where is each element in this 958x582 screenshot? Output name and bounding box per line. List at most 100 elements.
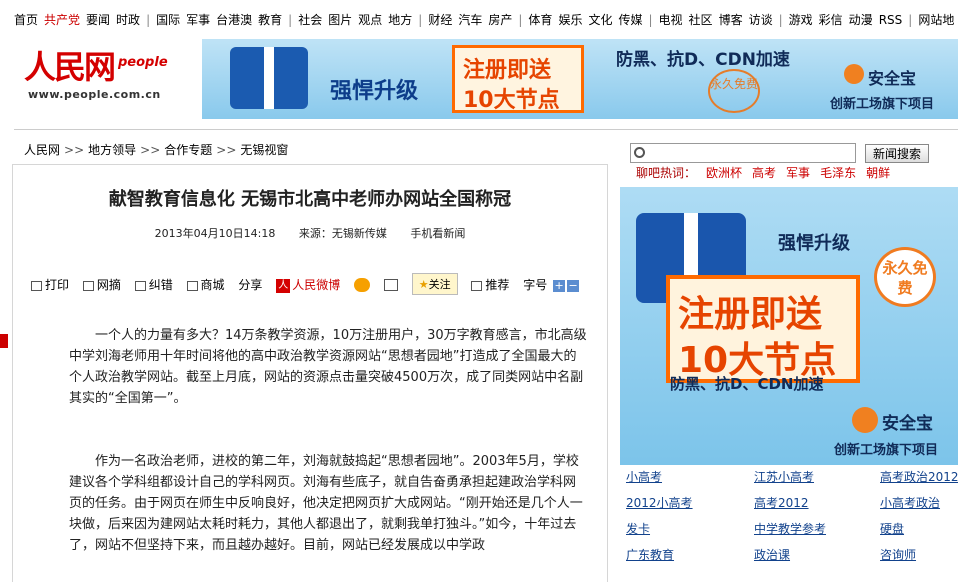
article-date: 2013年04月10日14:18 xyxy=(154,227,276,240)
side-banner-ad[interactable]: 强悍升级 永久免费 注册即送 10大节点 防黑、抗D、CDN加速 安全宝 创新工… xyxy=(620,187,958,465)
cart-icon xyxy=(186,280,198,291)
hot-keywords: 聊吧热词： 欧洲杯 高考 军事 毛泽东 朝鲜 xyxy=(636,164,900,181)
breadcrumb-link[interactable]: 地方领导 xyxy=(88,143,136,157)
news-search-button[interactable]: 新闻搜索 xyxy=(865,144,929,163)
left-share-strip[interactable] xyxy=(0,334,8,430)
wangzhai-button[interactable]: 网摘 xyxy=(82,276,121,293)
recommend-button[interactable]: 推荐 xyxy=(471,276,509,293)
nav-link[interactable]: 要闻 xyxy=(86,11,110,28)
share-more-icon[interactable] xyxy=(383,278,398,291)
nav-separator: | xyxy=(518,13,523,27)
side-ad-free-stamp: 永久免费 xyxy=(874,247,936,307)
hot-keyword-link[interactable]: 高考 xyxy=(752,166,776,180)
mobile-news-link[interactable]: 手机看新闻 xyxy=(410,227,465,240)
side-link[interactable]: 咨询师 xyxy=(880,546,916,563)
nav-link[interactable]: 访谈 xyxy=(749,11,773,28)
side-link[interactable]: 江苏小高考 xyxy=(754,468,814,485)
hot-keyword-link[interactable]: 毛泽东 xyxy=(820,166,856,180)
follow-button[interactable]: ★关注 xyxy=(411,273,458,295)
nav-link[interactable]: 娱乐 xyxy=(558,11,582,28)
hot-keyword-link[interactable]: 欧洲杯 xyxy=(706,166,742,180)
side-link[interactable]: 小高考 xyxy=(626,468,662,485)
brand-logo-icon xyxy=(852,407,878,433)
nav-link[interactable]: 文化 xyxy=(588,11,612,28)
mall-button[interactable]: 商城 xyxy=(186,276,225,293)
nav-link[interactable]: 财经 xyxy=(428,11,452,28)
article-title: 献智教育信息化 无锡市北高中老师办网站全国称冠 xyxy=(108,189,512,210)
nav-separator: | xyxy=(418,13,423,27)
hot-keyword-link[interactable]: 朝鲜 xyxy=(866,166,890,180)
search-icon xyxy=(634,147,645,158)
nav-link[interactable]: 博客 xyxy=(719,11,743,28)
side-link[interactable]: 政治课 xyxy=(754,546,790,563)
nav-link[interactable]: 动漫 xyxy=(849,11,873,28)
side-link[interactable]: 高考2012 xyxy=(754,494,809,511)
breadcrumb-link[interactable]: 合作专题 xyxy=(164,143,212,157)
nav-link[interactable]: 首页 xyxy=(14,11,38,28)
nav-link[interactable]: 网站地 xyxy=(918,11,954,28)
side-ad-features: 防黑、抗D、CDN加速 xyxy=(670,375,824,393)
bookmark-icon xyxy=(82,280,94,291)
banner-slogan: 强悍升级 xyxy=(330,79,419,104)
nav-link[interactable]: 时政 xyxy=(116,11,140,28)
banner-offer-box: 注册即送 10大节点 xyxy=(452,45,584,113)
print-button[interactable]: 打印 xyxy=(31,276,69,293)
nav-link[interactable]: 国际 xyxy=(156,11,180,28)
nav-link[interactable]: 房产 xyxy=(488,11,512,28)
logo-mark: 人民网 xyxy=(24,48,116,86)
side-link[interactable]: 硬盘 xyxy=(880,520,904,537)
share-label: 分享 xyxy=(238,278,263,292)
banner-offer-line2: 10大节点 xyxy=(463,88,560,113)
side-link[interactable]: 高考政治2012 xyxy=(880,468,958,485)
top-nav-row: 首页 共产党 要闻 时政 | 国际 军事 台港澳 教育 | 社会 图片 观点 地方 | 财经 汽车 房产 | 体育 娱乐… xyxy=(14,11,958,28)
nav-link[interactable]: 台港澳 xyxy=(216,11,252,28)
side-link[interactable]: 广东教育 xyxy=(626,546,674,563)
breadcrumb-link[interactable]: 人民网 xyxy=(24,143,60,157)
side-link[interactable]: 中学教学参考 xyxy=(754,520,826,537)
breadcrumb-separator: >> xyxy=(64,143,85,157)
search-input[interactable] xyxy=(649,145,853,161)
nav-link[interactable]: 体育 xyxy=(528,11,552,28)
font-size-label: 字号 + − xyxy=(523,278,580,292)
site-logo[interactable]: 人民网 people www.people.com.cn xyxy=(24,42,189,102)
side-link[interactable]: 发卡 xyxy=(626,520,650,537)
logo-word: people xyxy=(118,55,168,70)
nav-link[interactable]: 汽车 xyxy=(458,11,482,28)
article-toolbar: 打印 网摘 纠错 商城 分享 人人民微博 ★关注 推荐 字号 + − xyxy=(31,273,589,295)
nav-link[interactable]: 社会 xyxy=(298,11,322,28)
nav-link[interactable]: 电视 xyxy=(659,11,683,28)
weibo-share-button[interactable]: 人人民微博 xyxy=(276,276,340,293)
sina-weibo-icon[interactable] xyxy=(354,277,371,292)
hot-keyword-link[interactable]: 军事 xyxy=(786,166,810,180)
side-ad-offer-line1: 注册即送 xyxy=(678,294,823,335)
banner-brand: 安全宝 xyxy=(868,69,917,88)
breadcrumb: 人民网 >> 地方领导 >> 合作专题 >> 无锡视窗 xyxy=(24,141,288,158)
nav-link[interactable]: 游戏 xyxy=(789,11,813,28)
nav-link[interactable]: 图片 xyxy=(328,11,352,28)
nav-link[interactable]: 传媒 xyxy=(618,11,642,28)
nav-separator: | xyxy=(908,13,913,27)
breadcrumb-link[interactable]: 无锡视窗 xyxy=(240,143,288,157)
nav-link[interactable]: 地方 xyxy=(388,11,412,28)
side-link[interactable]: 2012小高考 xyxy=(626,494,693,511)
font-increase-button[interactable]: + xyxy=(553,279,566,292)
article-meta: 2013年04月10日14:18 来源：无锡新传媒 手机看新闻 xyxy=(13,225,607,241)
nav-link[interactable]: RSS xyxy=(879,13,903,27)
nav-link[interactable]: 观点 xyxy=(358,11,382,28)
nav-separator: | xyxy=(648,13,653,27)
share-strip-tab[interactable] xyxy=(0,334,8,348)
side-link[interactable]: 小高考政治 xyxy=(880,494,940,511)
article-box: 献智教育信息化 无锡市北高中老师办网站全国称冠 2013年04月10日14:18… xyxy=(12,164,608,582)
side-ad-brand: 安全宝 xyxy=(882,414,933,434)
top-banner-ad[interactable]: 强悍升级 注册即送 10大节点 防黑、抗D、CDN加速 永久免费 安全宝 创新工… xyxy=(202,39,958,119)
correction-button[interactable]: 纠错 xyxy=(134,276,173,293)
nav-link[interactable]: 彩信 xyxy=(819,11,843,28)
nav-link[interactable]: 军事 xyxy=(186,11,210,28)
font-decrease-button[interactable]: − xyxy=(567,279,580,292)
nav-link[interactable]: 社区 xyxy=(689,11,713,28)
breadcrumb-separator: >> xyxy=(140,143,161,157)
breadcrumb-separator: >> xyxy=(216,143,237,157)
nav-link[interactable]: 共产党 xyxy=(44,11,80,28)
nav-link[interactable]: 教育 xyxy=(258,11,282,28)
star-icon: ★ xyxy=(418,278,429,291)
